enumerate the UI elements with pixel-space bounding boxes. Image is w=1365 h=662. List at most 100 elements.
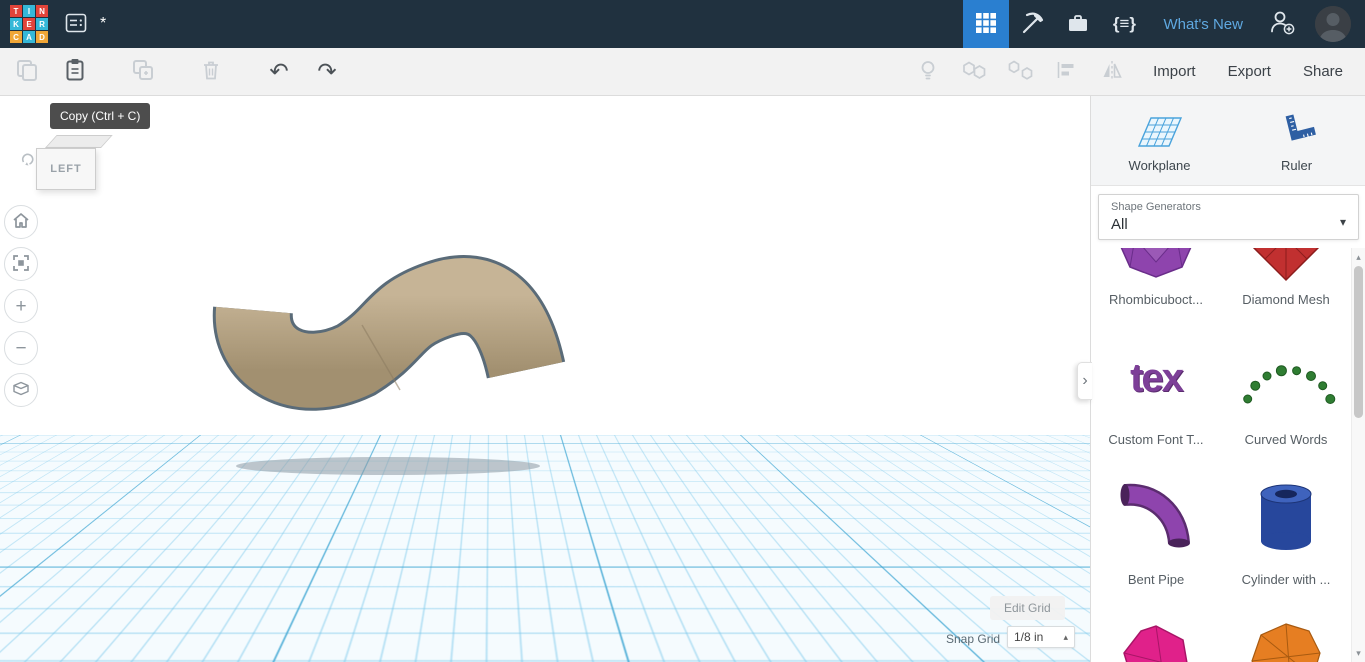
grid-icon	[976, 12, 997, 36]
group-button[interactable]	[953, 51, 995, 93]
shape-item-diamond-mesh[interactable]: Diamond Mesh	[1221, 248, 1351, 308]
shape-item-label: Diamond Mesh	[1242, 292, 1330, 307]
paste-button[interactable]	[54, 51, 96, 93]
home-view-button[interactable]	[4, 205, 38, 239]
mirror-icon	[1099, 58, 1125, 85]
shape-gallery: Rhombicuboct... Diamond Mesh tex Custom …	[1091, 248, 1351, 662]
shape-custom-font-text-icon: tex	[1130, 355, 1184, 400]
minus-icon: −	[15, 337, 27, 359]
scrollbar-thumb[interactable]	[1354, 266, 1363, 418]
view-cube-top-face[interactable]	[45, 135, 113, 148]
tinker-button[interactable]	[1009, 0, 1055, 48]
share-button[interactable]: Share	[1287, 55, 1359, 88]
shape-item-curved-words[interactable]: Curved Words	[1221, 308, 1351, 448]
unsaved-indicator: *	[100, 15, 107, 32]
s-pipe-shape[interactable]	[212, 255, 566, 411]
shape-diamond-mesh-icon	[1221, 248, 1351, 288]
workplane-tool[interactable]: Workplane	[1091, 96, 1228, 185]
invite-button[interactable]	[1259, 0, 1305, 48]
rotate-view-icon[interactable]	[20, 152, 34, 171]
panel-helpers-row: Workplane Ruler	[1091, 96, 1365, 186]
workplane-label: Workplane	[1128, 158, 1191, 173]
whats-new-link[interactable]: What's New	[1163, 16, 1243, 33]
generator-filter-area: Shape Generators All ▾	[1091, 186, 1365, 250]
group-icon	[961, 58, 988, 85]
shape-rhombicuboctahedron-icon	[1091, 248, 1221, 288]
codeblocks-icon: {≡}	[1112, 14, 1137, 33]
edit-toolbar: ↶ ↷ Import Export Share	[0, 48, 1365, 96]
shape-item-label: Cylinder with ...	[1241, 572, 1331, 587]
ruler-icon	[1276, 108, 1318, 153]
duplicate-icon	[130, 57, 156, 86]
view-mode-button[interactable]	[4, 373, 38, 407]
logo-tile: N	[36, 5, 48, 17]
shape-bent-pipe-icon	[1091, 468, 1221, 568]
perspective-box-icon	[12, 380, 30, 400]
zoom-out-button[interactable]: −	[4, 331, 38, 365]
scroll-up-arrow[interactable]: ▴	[1352, 250, 1365, 264]
view-cube[interactable]: LEFT	[21, 134, 113, 192]
shape-item-pink-polygon[interactable]	[1091, 588, 1221, 662]
clipboard-icon	[62, 57, 88, 86]
ungroup-button[interactable]	[999, 51, 1041, 93]
logo-tile: K	[10, 18, 22, 30]
tinkercad-logo[interactable]: T I N K E R C A D	[10, 5, 48, 43]
align-icon	[1054, 58, 1078, 85]
classes-button[interactable]	[1055, 0, 1101, 48]
mirror-button[interactable]	[1091, 51, 1133, 93]
copy-button[interactable]	[6, 51, 48, 93]
shape-pink-polygon-icon	[1091, 608, 1221, 662]
lightbulb-icon	[916, 58, 940, 85]
person-add-icon	[1268, 9, 1296, 39]
undo-icon: ↶	[269, 58, 289, 84]
logo-tile: C	[10, 31, 22, 43]
logo-tile: D	[36, 31, 48, 43]
undo-button[interactable]: ↶	[258, 51, 300, 93]
dashboard-grid-button[interactable]	[963, 0, 1010, 48]
scroll-down-arrow[interactable]: ▾	[1352, 646, 1365, 660]
viewport-3d[interactable]: LEFT + − Edit Grid Snap Grid 1/8 in ▴	[0, 96, 1090, 662]
profile-avatar[interactable]	[1315, 6, 1351, 42]
trash-icon	[199, 58, 223, 85]
shape-item-label: Bent Pipe	[1127, 572, 1185, 587]
briefcase-icon	[1066, 11, 1090, 38]
shape-item-bent-pipe[interactable]: Bent Pipe	[1091, 448, 1221, 588]
redo-icon: ↷	[317, 58, 337, 84]
delete-button[interactable]	[190, 51, 232, 93]
panel-collapse-handle[interactable]: ›	[1077, 362, 1092, 400]
codeblocks-button[interactable]: {≡}	[1101, 0, 1147, 48]
shape-generators-caption: Shape Generators	[1111, 201, 1201, 213]
logo-tile: T	[10, 5, 22, 17]
duplicate-button[interactable]	[122, 51, 164, 93]
shape-item-custom-font-text[interactable]: tex Custom Font T...	[1091, 308, 1221, 448]
zoom-in-button[interactable]: +	[4, 289, 38, 323]
shape-item-label: Curved Words	[1244, 432, 1328, 447]
import-button[interactable]: Import	[1137, 55, 1212, 88]
home-icon	[12, 212, 30, 232]
copy-tooltip: Copy (Ctrl + C)	[50, 103, 151, 129]
gallery-scrollbar[interactable]: ▴ ▾	[1351, 248, 1365, 662]
pickaxe-icon	[1018, 10, 1046, 39]
model-shadow	[236, 457, 540, 475]
logo-tile: R	[36, 18, 48, 30]
fit-view-button[interactable]	[4, 247, 38, 281]
show-all-button[interactable]	[907, 51, 949, 93]
shape-generators-dropdown[interactable]: Shape Generators All ▾	[1098, 194, 1359, 240]
align-button[interactable]	[1045, 51, 1087, 93]
shape-curved-words-icon	[1221, 328, 1351, 428]
shape-item-rhombicuboctahedron[interactable]: Rhombicuboct...	[1091, 248, 1221, 308]
view-cube-front-face[interactable]: LEFT	[36, 148, 96, 190]
shape-generators-value: All	[1111, 216, 1128, 233]
plus-icon: +	[15, 295, 27, 317]
snap-grid-value: 1/8 in	[1014, 630, 1044, 644]
design-properties-button[interactable]	[60, 8, 92, 40]
snap-grid-select[interactable]: 1/8 in ▴	[1007, 626, 1075, 648]
shape-item-orange-polyhedron[interactable]	[1221, 588, 1351, 662]
shape-item-cylinder-with-hole[interactable]: Cylinder with ...	[1221, 448, 1351, 588]
export-button[interactable]: Export	[1212, 55, 1287, 88]
edit-grid-button[interactable]: Edit Grid	[990, 596, 1065, 620]
shapes-panel: Workplane Ruler Shape Generators All ▾ R…	[1077, 96, 1365, 662]
topbar-right-cluster: {≡} What's New	[963, 0, 1359, 48]
ruler-tool[interactable]: Ruler	[1228, 96, 1365, 185]
redo-button[interactable]: ↷	[306, 51, 348, 93]
